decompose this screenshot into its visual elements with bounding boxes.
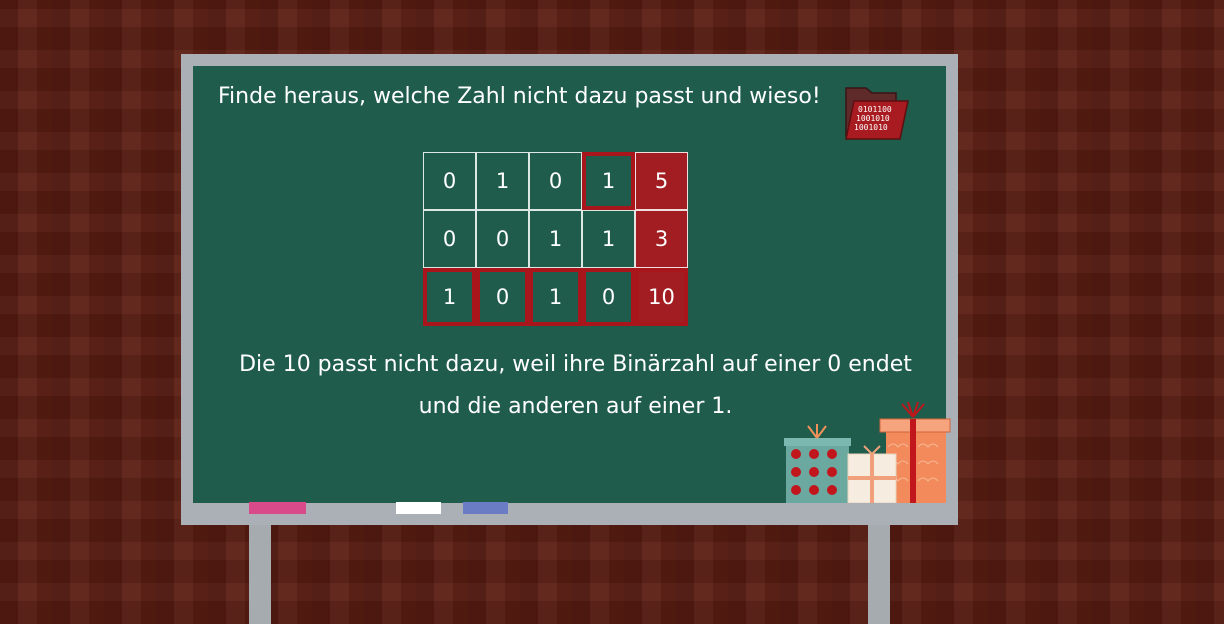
highlighted-bit-cell: 1: [582, 152, 635, 210]
blue-chalk: [463, 502, 508, 514]
question-text: Finde heraus, welche Zahl nicht dazu pas…: [218, 84, 821, 109]
gift-boxes-icon: [784, 402, 951, 503]
highlighted-bit-cell: 1: [529, 268, 582, 326]
board-stand-left-leg: [249, 520, 271, 624]
folder-binary-line: 0101100: [858, 105, 892, 114]
board-stand-right-leg: [868, 520, 890, 624]
highlighted-bit-cell: 1: [423, 268, 476, 326]
bit-cell: 0: [423, 210, 476, 268]
folder-binary-line: 1001010: [854, 123, 888, 132]
bit-cell: 0: [476, 210, 529, 268]
binary-table: 0 1 0 1 5 0 0 1 1 3 1 0 1 0 10: [423, 152, 688, 326]
bit-cell: 0: [423, 152, 476, 210]
bit-cell: 1: [476, 152, 529, 210]
decimal-number-cell: 3: [635, 210, 688, 268]
decimal-number-cell: 5: [635, 152, 688, 210]
highlighted-bit-cell: 0: [582, 268, 635, 326]
bit-cell: 0: [529, 152, 582, 210]
bit-cell: 1: [582, 210, 635, 268]
binary-folder-icon: 0101100 1001010 1001010: [845, 87, 909, 140]
answer-line-1: Die 10 passt nicht dazu, weil ihre Binär…: [239, 352, 912, 377]
highlighted-bit-cell: 0: [476, 268, 529, 326]
pink-chalk: [249, 502, 306, 514]
folder-binary-line: 1001010: [856, 114, 890, 123]
decimal-number-cell: 10: [635, 268, 688, 326]
bit-cell: 1: [529, 210, 582, 268]
white-chalk: [396, 502, 441, 514]
